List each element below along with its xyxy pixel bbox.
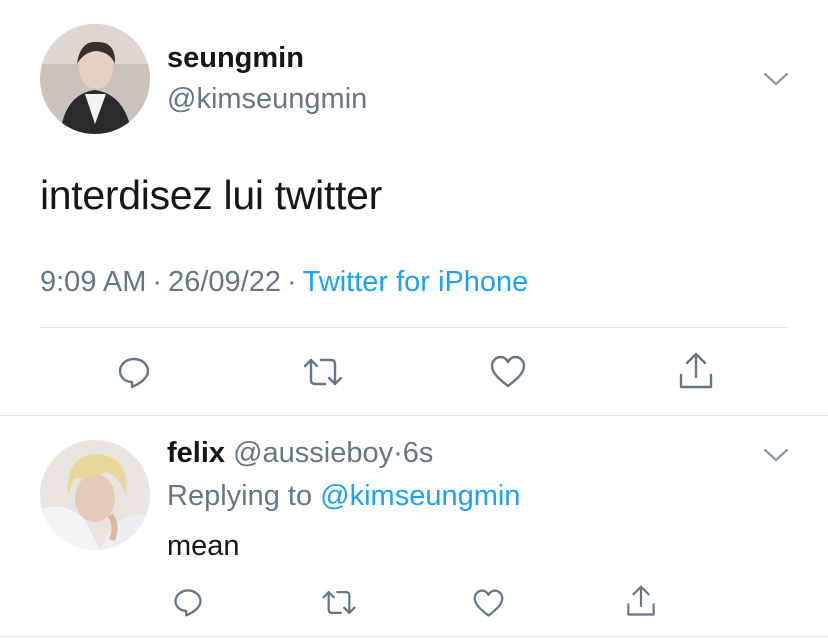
author-name[interactable]: seungmin — [167, 42, 304, 75]
retweet-button[interactable] — [318, 585, 360, 619]
tweet-separator — [0, 415, 828, 416]
heart-icon — [473, 588, 503, 617]
tweet-source-link[interactable]: Twitter for iPhone — [303, 266, 529, 298]
divider — [40, 327, 788, 328]
share-icon — [627, 585, 655, 616]
reply-icon — [174, 589, 202, 617]
retweet-icon — [322, 590, 356, 614]
reply-author-name[interactable]: felix — [167, 437, 225, 469]
replying-to-line: Replying to @kimseungmin — [167, 480, 520, 513]
reply-button[interactable] — [171, 585, 205, 619]
avatar-photo — [40, 24, 150, 134]
avatar-photo — [40, 440, 150, 550]
tweet-meta: 9:09 AM · 26/09/22 · Twitter for iPhone — [40, 266, 528, 299]
chevron-down-icon[interactable] — [763, 71, 789, 87]
tweet-time[interactable]: 9:09 AM — [40, 266, 146, 298]
heart-icon — [490, 355, 526, 388]
share-button[interactable] — [624, 583, 658, 619]
replying-to-label: Replying to — [167, 480, 313, 512]
meta-separator: · — [152, 266, 163, 298]
like-button[interactable] — [471, 586, 505, 620]
tweet-separator — [0, 636, 828, 637]
tweet-text: interdisez lui twitter — [40, 172, 383, 218]
reply-time[interactable]: 6s — [403, 437, 434, 469]
meta-separator: · — [393, 437, 403, 469]
retweet-button[interactable] — [299, 352, 347, 392]
reply-icon — [118, 357, 150, 389]
chevron-down-icon[interactable] — [763, 447, 789, 463]
reply-author-avatar[interactable] — [40, 440, 150, 550]
tweet-date[interactable]: 26/09/22 — [168, 266, 281, 298]
reply-button[interactable] — [114, 352, 154, 392]
like-button[interactable] — [488, 352, 528, 392]
author-avatar[interactable] — [40, 24, 150, 134]
author-handle[interactable]: @kimseungmin — [167, 83, 367, 116]
retweet-icon — [303, 358, 343, 386]
meta-separator: · — [286, 266, 297, 298]
share-icon — [679, 352, 713, 389]
reply-text: mean — [167, 530, 240, 562]
reply-header: felix @aussieboy·6s — [167, 437, 433, 470]
share-button[interactable] — [676, 350, 716, 392]
replying-to-mention[interactable]: @kimseungmin — [320, 480, 520, 512]
reply-author-handle[interactable]: @aussieboy — [233, 437, 393, 469]
